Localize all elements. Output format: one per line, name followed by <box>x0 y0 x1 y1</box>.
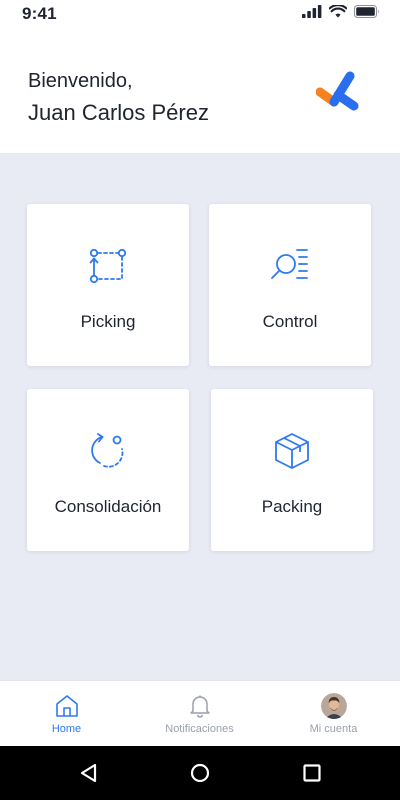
nav-item-notificaciones[interactable]: Notificaciones <box>133 681 266 747</box>
package-box-icon <box>275 433 309 469</box>
module-card-consolidacion[interactable]: Consolidación <box>27 389 189 551</box>
home-circle-icon[interactable] <box>187 760 213 786</box>
nav-label-home: Home <box>51 723 82 735</box>
recents-icon[interactable] <box>299 760 325 786</box>
bell-icon <box>189 695 210 718</box>
control-search-list-icon <box>271 249 308 279</box>
status-bar: 9:41 <box>0 0 400 28</box>
avatar <box>320 693 347 719</box>
greeting-text: Bienvenido, <box>28 70 133 92</box>
home-icon <box>55 695 78 717</box>
app-logo <box>316 71 359 111</box>
consolidation-cycle-icon <box>91 433 124 468</box>
user-name: Juan Carlos Pérez <box>28 100 209 125</box>
signal-icon <box>302 5 322 18</box>
back-icon[interactable] <box>76 760 102 786</box>
nav-item-home[interactable]: Home <box>0 681 133 747</box>
system-nav-bar <box>0 746 400 800</box>
wifi-icon <box>329 5 347 18</box>
battery-icon <box>354 5 379 18</box>
bottom-nav: Home Notificaciones Mi cuenta <box>0 680 400 746</box>
module-label: Control <box>262 312 318 331</box>
module-label: Packing <box>261 497 323 516</box>
modules-grid: Picking Control Consolidación Packing <box>0 153 400 680</box>
nav-label-notificaciones: Notificaciones <box>165 723 234 735</box>
nav-item-mi-cuenta[interactable]: Mi cuenta <box>267 681 400 747</box>
module-card-picking[interactable]: Picking <box>27 204 189 366</box>
nav-label-mi-cuenta: Mi cuenta <box>309 723 358 735</box>
module-label: Picking <box>80 312 136 331</box>
status-time: 9:41 <box>22 4 57 23</box>
header: Bienvenido, Juan Carlos Pérez <box>0 28 400 153</box>
picking-route-icon <box>89 248 127 284</box>
module-card-control[interactable]: Control <box>209 204 371 366</box>
module-card-packing[interactable]: Packing <box>211 389 373 551</box>
module-label: Consolidación <box>54 497 162 516</box>
status-icons <box>302 5 380 18</box>
